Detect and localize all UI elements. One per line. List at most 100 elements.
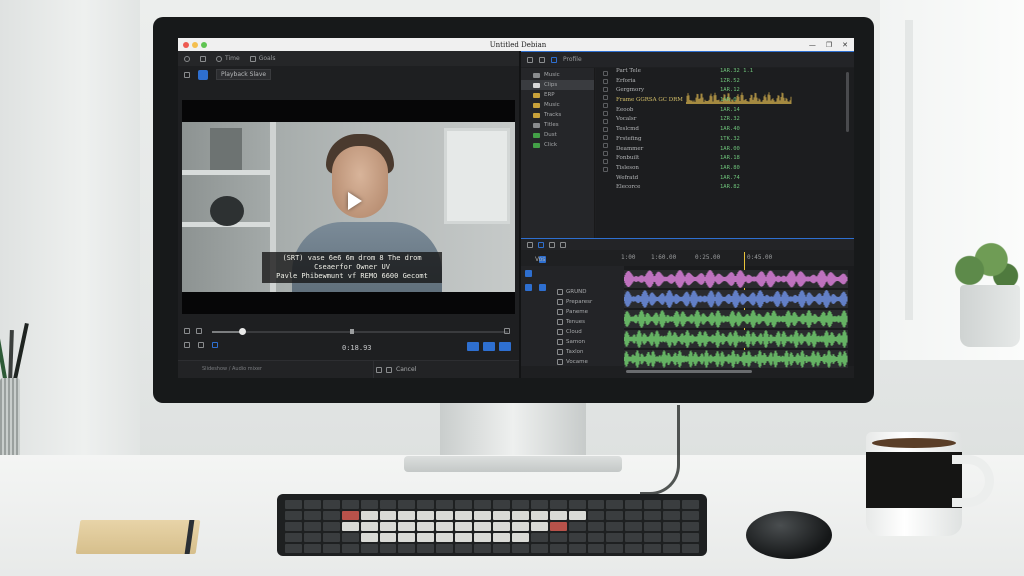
file-name[interactable]: Part Tele (616, 68, 696, 78)
keyboard-key[interactable] (417, 500, 435, 509)
keyboard-key[interactable] (549, 522, 567, 531)
keyboard-key[interactable] (606, 511, 624, 520)
keyboard-key[interactable] (511, 511, 529, 520)
keyboard-key[interactable] (474, 544, 491, 553)
keyboard-key[interactable] (663, 544, 681, 553)
folder-tree-item[interactable]: Click (521, 140, 594, 150)
mark-out-button[interactable] (483, 342, 495, 351)
keyboard-key[interactable] (663, 522, 681, 531)
keyboard-key[interactable] (303, 500, 321, 509)
file-name[interactable]: Erforia (616, 78, 696, 88)
keyboard-key[interactable] (322, 500, 340, 509)
keyboard-key[interactable] (417, 533, 435, 542)
menu-item-goals[interactable]: Goals (249, 55, 275, 62)
keyboard-key[interactable] (606, 533, 624, 542)
track-header[interactable]: Vocame (521, 356, 588, 368)
keyboard[interactable] (277, 494, 707, 556)
folder-tree-item[interactable]: ERP (521, 90, 594, 100)
insert-button[interactable] (499, 342, 511, 351)
file-name[interactable]: Gergmory (616, 87, 696, 97)
keyboard-key[interactable] (436, 522, 454, 531)
keyboard-key[interactable] (285, 544, 302, 553)
keyboard-key[interactable] (303, 544, 321, 553)
keyboard-key[interactable] (417, 522, 435, 531)
rewind-icon[interactable] (184, 328, 190, 334)
keyboard-key[interactable] (303, 522, 321, 531)
keyboard-key[interactable] (625, 544, 643, 553)
track-lock-icon[interactable] (557, 309, 563, 315)
keyboard-key[interactable] (511, 500, 529, 509)
caption-icon[interactable] (386, 366, 392, 373)
keyboard-key[interactable] (682, 533, 699, 542)
playback-label[interactable]: Playback Slave (216, 69, 272, 80)
keyboard-key[interactable] (474, 500, 491, 509)
file-name[interactable]: Eeoob (616, 107, 696, 117)
keyboard-key[interactable] (341, 500, 359, 509)
keyboard-key[interactable] (530, 533, 548, 542)
track-toggle-button[interactable] (525, 270, 532, 277)
keyboard-key[interactable] (682, 544, 699, 553)
scrubber-track[interactable] (212, 331, 508, 333)
video-viewer[interactable]: (SRT) vase 6e6 6m drom 8 The drom Cseaer… (182, 100, 515, 314)
keyboard-key[interactable] (568, 533, 586, 542)
folder-tree-item[interactable]: Music (521, 70, 594, 80)
keyboard-key[interactable] (455, 511, 473, 520)
list-icon[interactable] (551, 56, 557, 63)
keyboard-key[interactable] (568, 522, 586, 531)
keyboard-key[interactable] (436, 511, 454, 520)
keyboard-key[interactable] (492, 500, 510, 509)
note-icon[interactable] (376, 366, 382, 373)
keyboard-key[interactable] (398, 522, 416, 531)
folder-tree-item[interactable]: Tracks (521, 110, 594, 120)
keyboard-key[interactable] (625, 511, 643, 520)
keyboard-key[interactable] (663, 533, 681, 542)
back-icon[interactable] (527, 56, 533, 63)
keyboard-key[interactable] (492, 544, 510, 553)
keyboard-key[interactable] (530, 511, 548, 520)
keyboard-key[interactable] (360, 544, 378, 553)
razor-icon[interactable] (538, 241, 544, 248)
keyboard-key[interactable] (492, 533, 510, 542)
track-lock-icon[interactable] (557, 349, 563, 355)
mouse[interactable] (746, 511, 832, 559)
keyboard-key[interactable] (379, 533, 397, 542)
folder-tree-item[interactable]: Dust (521, 130, 594, 140)
track-lock-icon[interactable] (557, 289, 563, 295)
viewer-mode-button[interactable] (198, 69, 208, 80)
keyboard-key[interactable] (341, 544, 359, 553)
file-name[interactable]: Frame GGRSA GC DRM (616, 97, 696, 107)
file-name[interactable]: Wefratd (616, 175, 696, 185)
track-lock-icon[interactable] (557, 329, 563, 335)
keyboard-key[interactable] (606, 500, 624, 509)
keyboard-key[interactable] (455, 544, 473, 553)
keyboard-key[interactable] (455, 533, 473, 542)
keyboard-key[interactable] (530, 500, 548, 509)
keyboard-key[interactable] (417, 511, 435, 520)
keyboard-key[interactable] (398, 511, 416, 520)
keyboard-key[interactable] (644, 500, 662, 509)
keyboard-key[interactable] (341, 522, 359, 531)
keyboard-key[interactable] (398, 544, 416, 553)
keyboard-key[interactable] (360, 511, 378, 520)
folder-tree-item[interactable]: Titles (521, 120, 594, 130)
keyboard-key[interactable] (455, 500, 473, 509)
loop-icon[interactable] (184, 342, 190, 348)
keyboard-key[interactable] (285, 533, 302, 542)
grid-icon[interactable] (539, 56, 545, 63)
circle-icon[interactable] (184, 55, 190, 62)
marker-icon[interactable] (350, 329, 354, 334)
keyboard-key[interactable] (511, 533, 529, 542)
file-name[interactable]: Elecorce (616, 184, 696, 194)
keyboard-key[interactable] (492, 511, 510, 520)
keyboard-key[interactable] (644, 544, 662, 553)
mark-in-button[interactable] (467, 342, 479, 351)
browser-scrollbar[interactable] (846, 72, 849, 132)
keyboard-key[interactable] (360, 522, 378, 531)
keyboard-key[interactable] (606, 544, 624, 553)
folder-tree-item[interactable]: Music (521, 100, 594, 110)
track-lock-icon[interactable] (557, 299, 563, 305)
keyboard-key[interactable] (644, 522, 662, 531)
keyboard-key[interactable] (587, 511, 605, 520)
keyboard-key[interactable] (474, 511, 491, 520)
audio-clip[interactable] (624, 270, 848, 288)
